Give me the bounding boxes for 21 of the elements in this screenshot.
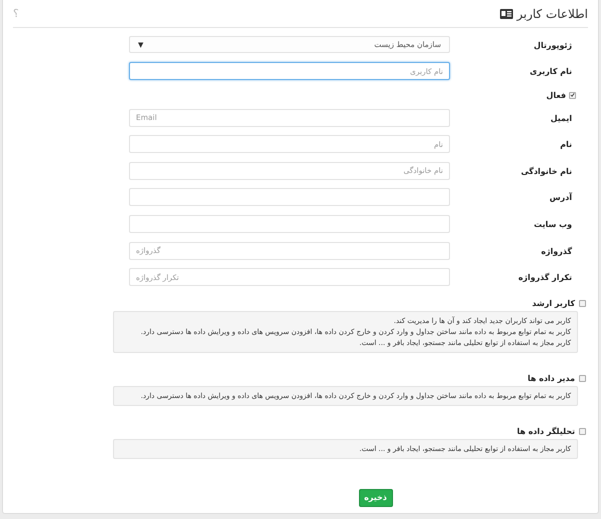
- checkbox[interactable]: [579, 374, 586, 382]
- field-label: ایمیل: [550, 114, 572, 123]
- field-label: ژئوپورتال: [534, 41, 572, 50]
- field-label: نام: [560, 140, 572, 150]
- help-link[interactable]: ؟: [13, 7, 19, 20]
- id-card-icon: [500, 8, 513, 18]
- checkbox-label: فعال: [546, 90, 566, 100]
- checkbox[interactable]: [569, 92, 576, 99]
- field-label: گذرواژه: [541, 246, 572, 256]
- role-label: کاربر ارشد: [532, 298, 575, 308]
- field-label: تکرار گذرواژه: [518, 273, 572, 282]
- field-label: نام خانوادگی: [520, 166, 572, 176]
- field-label: آدرس: [550, 193, 572, 202]
- checkbox[interactable]: [579, 300, 586, 307]
- panel-title: اطلاعات کاربر: [516, 6, 588, 20]
- field-label: وب سایت: [534, 220, 572, 229]
- save-button[interactable]: ذخیره: [358, 488, 392, 507]
- role-label: مدیر داده ها: [528, 374, 575, 383]
- checkbox[interactable]: [579, 428, 586, 435]
- role-label: تحلیلگر داده ها: [517, 426, 575, 436]
- field-label: نام کاربری: [530, 67, 572, 76]
